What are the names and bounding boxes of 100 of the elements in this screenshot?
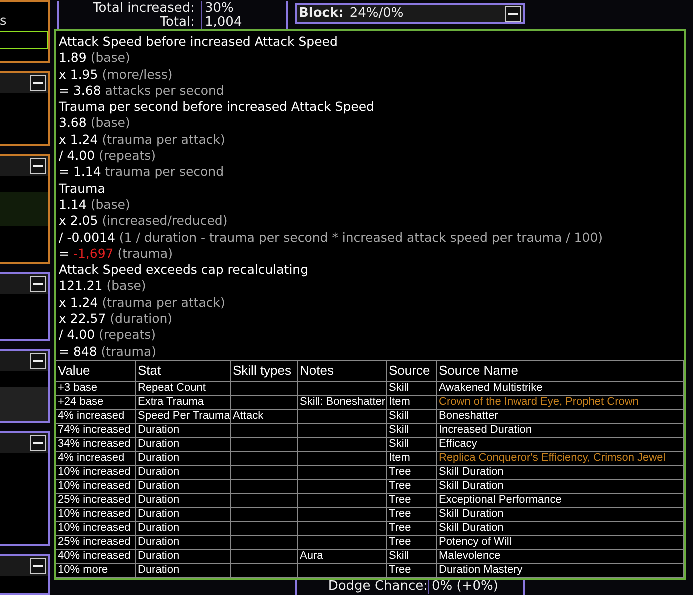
table-cell: Skill: [387, 438, 437, 452]
collapse-button[interactable]: [30, 75, 46, 92]
collapse-button[interactable]: [30, 276, 46, 292]
table-cell: 4% increased: [56, 410, 136, 424]
formula-line: = 3.68 attacks per second: [58, 82, 224, 100]
table-cell: [231, 452, 298, 466]
table-cell: Skill: Boneshatter: [298, 396, 387, 410]
table-cell: [231, 480, 298, 494]
table-cell: 10% increased: [56, 522, 136, 536]
table-cell: Skill Duration: [437, 508, 684, 522]
table-cell: Skill Duration: [437, 522, 684, 536]
formula-line: / 4.00 (repeats): [58, 148, 156, 164]
stat-label: Dodge Chance:: [327, 578, 428, 594]
table-cell: [231, 508, 298, 522]
table-cell: [231, 536, 298, 550]
formula-line: / 4.00 (repeats): [58, 327, 156, 344]
table-cell: Repeat Count: [136, 382, 231, 396]
collapse-button[interactable]: [30, 558, 46, 574]
table-cell: Efficacy: [437, 438, 684, 452]
formula-line: x 1.24 (trauma per attack): [58, 294, 226, 312]
section-title: Block:: [299, 6, 344, 21]
stat-label: Total increased:: [92, 1, 195, 16]
table-cell: Attack: [231, 410, 298, 424]
table-cell: Extra Trauma: [136, 396, 231, 410]
table-cell: Boneshatter: [437, 410, 684, 424]
formula-line: = -1,697 (trauma): [58, 246, 173, 262]
table-cell: 10% increased: [56, 480, 136, 494]
formula-line: = 1.14 trauma per second: [58, 164, 224, 181]
table-cell: Speed Per Trauma: [136, 410, 231, 424]
table-cell: Increased Duration: [437, 424, 684, 438]
table-cell: Duration: [136, 536, 231, 550]
input-field[interactable]: [0, 31, 48, 49]
collapse-button[interactable]: [30, 158, 46, 174]
table-cell: Skill: [387, 424, 437, 438]
table-cell: Duration Mastery: [437, 564, 684, 578]
table-cell: [231, 564, 298, 578]
collapse-button[interactable]: [30, 434, 46, 451]
collapse-button[interactable]: [505, 6, 521, 22]
table-cell: Item: [387, 396, 437, 410]
table-cell: Tree: [387, 508, 437, 522]
panel-label: s: [0, 14, 8, 29]
table-cell: Tree: [387, 466, 437, 480]
table-cell: Duration: [136, 452, 231, 466]
table-cell: 34% increased: [56, 438, 136, 452]
column-header: Stat: [136, 361, 231, 382]
table-cell: Skill Duration: [437, 480, 684, 494]
formula-line: = 848 (trauma): [58, 344, 157, 360]
table-cell: Skill: [387, 382, 437, 396]
table-cell: Aura: [298, 550, 387, 564]
table-cell: [231, 438, 298, 452]
formula-line: x 2.05 (increased/reduced): [58, 213, 228, 230]
formula-line: 3.68 (base): [58, 115, 130, 132]
table-cell: [231, 550, 298, 564]
table-cell: Potency of Will: [437, 536, 684, 550]
table-cell: Duration: [136, 522, 231, 536]
table-cell: Malevolence: [437, 550, 684, 564]
table-cell: +24 base: [56, 396, 136, 410]
formula-line: 121.21 (base): [58, 278, 146, 295]
table-cell: Exceptional Performance: [437, 494, 684, 508]
column-header: Value: [56, 361, 136, 382]
table-cell: [231, 522, 298, 536]
formula-line: 1.14 (base): [58, 196, 130, 214]
formula-heading: Trauma per second before increased Attack Speed: [58, 99, 374, 116]
table-cell: Awakened Multistrike: [437, 382, 684, 396]
table-cell: Tree: [387, 536, 437, 550]
column-header: Source Name: [437, 361, 684, 382]
table-cell: Skill Duration: [437, 466, 684, 480]
table-cell: [231, 494, 298, 508]
formula-heading: Attack Speed before increased Attack Speed: [58, 34, 338, 50]
formula-line: 1.89 (base): [58, 50, 130, 67]
table-cell: Duration: [136, 508, 231, 522]
table-cell: Duration: [136, 424, 231, 438]
table-cell: 74% increased: [56, 424, 136, 438]
table-cell: Duration: [136, 480, 231, 494]
table-cell: 25% increased: [56, 494, 136, 508]
table-cell: Duration: [136, 550, 231, 564]
table-cell: [231, 396, 298, 410]
table-cell: [231, 382, 298, 396]
table-cell: Tree: [387, 522, 437, 536]
table-cell: [231, 466, 298, 480]
formula-heading: Attack Speed exceeds cap recalculating: [58, 262, 309, 278]
table-cell: Replica Conqueror's Efficiency, Crimson Jewel: [437, 452, 684, 466]
table-cell: 4% increased: [56, 452, 136, 466]
section-value: 24%/0%: [350, 6, 405, 21]
collapse-button[interactable]: [30, 352, 46, 369]
stat-value: 30%: [201, 1, 286, 16]
formula-line: x 1.24 (trauma per attack): [58, 132, 226, 148]
stat-label: Total:: [159, 15, 195, 30]
table-cell: Duration: [136, 438, 231, 452]
table-cell: Crown of the Inward Eye, Prophet Crown: [437, 396, 684, 410]
formula-line: x 1.95 (more/less): [58, 66, 173, 83]
table-cell: [231, 424, 298, 438]
column-header: Notes: [298, 361, 387, 382]
table-cell: Tree: [387, 564, 437, 578]
table-cell: Skill: [387, 550, 437, 564]
table-cell: Duration: [136, 494, 231, 508]
table-cell: Tree: [387, 480, 437, 494]
table-cell: Duration: [136, 466, 231, 480]
table-cell: +3 base: [56, 382, 136, 396]
table-cell: 10% more: [56, 564, 136, 578]
